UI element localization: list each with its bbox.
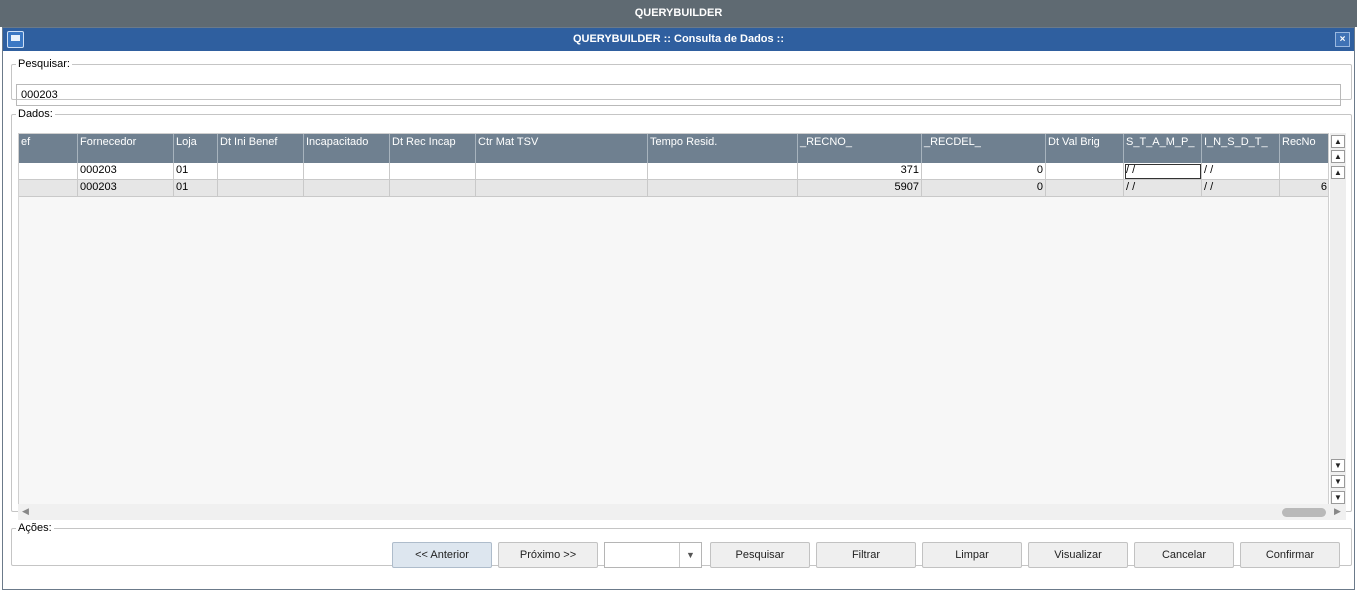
table-cell[interactable]: [1046, 163, 1124, 180]
table-cell[interactable]: / /: [1124, 180, 1202, 197]
search-input[interactable]: 000203: [16, 84, 1341, 106]
chevron-down-icon[interactable]: ▼: [679, 543, 701, 567]
table-cell[interactable]: [218, 163, 304, 180]
next-button[interactable]: Próximo >>: [498, 542, 598, 568]
scroll-up-icon[interactable]: ▲: [1331, 166, 1345, 179]
grid-body: [19, 163, 1328, 505]
scroll-down-icon[interactable]: ▼: [1331, 459, 1345, 472]
column-header[interactable]: Loja: [174, 134, 218, 163]
table-cell[interactable]: [476, 163, 648, 180]
confirm-button[interactable]: Confirmar: [1240, 542, 1340, 568]
search-group: Pesquisar: 000203: [11, 58, 1352, 106]
column-header[interactable]: Dt Rec Incap: [390, 134, 476, 163]
table-cell[interactable]: 0: [922, 163, 1046, 180]
app-title: QUERYBUILDER: [634, 7, 723, 19]
column-header[interactable]: Dt Ini Benef: [218, 134, 304, 163]
table-cell[interactable]: [19, 180, 78, 197]
column-header[interactable]: Dt Val Brig: [1046, 134, 1124, 163]
previous-button[interactable]: << Anterior: [392, 542, 492, 568]
table-cell[interactable]: [19, 163, 78, 180]
dialog-title-bar: QUERYBUILDER :: Consulta de Dados :: ×: [3, 28, 1354, 51]
scroll-page-up-icon[interactable]: ▲: [1331, 150, 1345, 163]
filter-button[interactable]: Filtrar: [816, 542, 916, 568]
window-icon: [7, 31, 24, 48]
grid-header: ef Fornecedor Loja Dt Ini Benef Incapaci…: [19, 134, 1328, 163]
table-cell[interactable]: [390, 163, 476, 180]
horizontal-scroll-thumb[interactable]: [1282, 508, 1326, 517]
column-header[interactable]: Ctr Mat TSV: [476, 134, 648, 163]
column-header[interactable]: S_T_A_M_P_: [1124, 134, 1202, 163]
table-cell[interactable]: 0: [922, 180, 1046, 197]
table-cell[interactable]: [1046, 180, 1124, 197]
scroll-right-icon[interactable]: ▶: [1334, 506, 1341, 517]
close-icon[interactable]: ×: [1335, 32, 1350, 47]
table-cell[interactable]: 01: [174, 180, 218, 197]
dialog-window: QUERYBUILDER :: Consulta de Dados :: × P…: [2, 27, 1355, 590]
column-header[interactable]: _RECNO_: [798, 134, 922, 163]
table-cell[interactable]: [304, 163, 390, 180]
table-cell[interactable]: 5907: [798, 180, 922, 197]
table-cell-selected[interactable]: / /: [1124, 163, 1202, 180]
column-header[interactable]: I_N_S_D_T_: [1202, 134, 1280, 163]
table-cell[interactable]: 000203: [78, 180, 174, 197]
column-header[interactable]: Tempo Resid.: [648, 134, 798, 163]
actions-legend: Ações:: [18, 522, 52, 534]
search-legend: Pesquisar:: [18, 58, 70, 70]
data-grid[interactable]: ef Fornecedor Loja Dt Ini Benef Incapaci…: [18, 133, 1329, 520]
scroll-page-down-icon[interactable]: ▼: [1331, 475, 1345, 488]
app-title-bar: QUERYBUILDER: [0, 0, 1357, 27]
table-cell[interactable]: [390, 180, 476, 197]
table-cell[interactable]: [476, 180, 648, 197]
table-row[interactable]: 000203 01 371 0 / / / /: [19, 163, 1328, 180]
table-row[interactable]: 000203 01 5907 0 / / / / 6: [19, 180, 1328, 197]
table-cell[interactable]: 6: [1280, 180, 1328, 197]
vertical-scrollbar[interactable]: ▲ ▲ ▲ ▼ ▼ ▼: [1330, 133, 1346, 507]
actions-group: Ações: << Anterior Próximo >> ▼ Pesquisa…: [11, 522, 1352, 568]
column-header[interactable]: Fornecedor: [78, 134, 174, 163]
data-legend: Dados:: [18, 108, 53, 120]
table-cell[interactable]: / /: [1202, 163, 1280, 180]
column-header[interactable]: ef: [19, 134, 78, 163]
column-header[interactable]: Incapacitado: [304, 134, 390, 163]
cancel-button[interactable]: Cancelar: [1134, 542, 1234, 568]
scroll-first-icon[interactable]: ▲: [1331, 135, 1345, 148]
table-cell[interactable]: 01: [174, 163, 218, 180]
column-header[interactable]: RecNo: [1280, 134, 1328, 163]
dialog-title: QUERYBUILDER :: Consulta de Dados ::: [572, 33, 785, 45]
table-cell[interactable]: [648, 163, 798, 180]
scroll-last-icon[interactable]: ▼: [1331, 491, 1345, 504]
column-header[interactable]: _RECDEL_: [922, 134, 1046, 163]
table-cell[interactable]: 371: [798, 163, 922, 180]
search-button[interactable]: Pesquisar: [710, 542, 810, 568]
table-cell[interactable]: 000203: [78, 163, 174, 180]
page-select[interactable]: ▼: [604, 542, 702, 568]
table-cell[interactable]: / /: [1202, 180, 1280, 197]
horizontal-scrollbar[interactable]: ◀ ▶: [18, 504, 1346, 520]
data-group: Dados: ef Fornecedor Loja Dt Ini Benef I…: [11, 108, 1352, 520]
table-cell[interactable]: [218, 180, 304, 197]
table-cell[interactable]: [648, 180, 798, 197]
table-cell[interactable]: [1280, 163, 1328, 180]
view-button[interactable]: Visualizar: [1028, 542, 1128, 568]
table-cell[interactable]: [304, 180, 390, 197]
clear-button[interactable]: Limpar: [922, 542, 1022, 568]
scroll-left-icon[interactable]: ◀: [22, 506, 29, 517]
